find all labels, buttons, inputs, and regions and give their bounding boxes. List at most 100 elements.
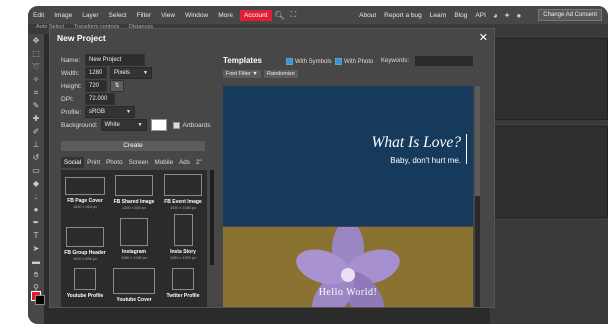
artboards-checkbox[interactable]	[172, 121, 180, 129]
blur-tool-icon[interactable]: 💧︎	[28, 190, 44, 203]
template-card-what-is-love[interactable]: What Is Love? Baby, don't hurt me.	[223, 86, 473, 226]
create-button[interactable]: Create	[61, 141, 205, 151]
eraser-tool-icon[interactable]: ▭	[28, 164, 44, 177]
link-api[interactable]: API	[471, 12, 489, 19]
menu-view[interactable]: View	[156, 12, 180, 19]
pen-tool-icon[interactable]: ✒	[28, 216, 44, 229]
with-symbols-option[interactable]: With Symbols	[286, 58, 332, 65]
twitter-icon[interactable]: ✦	[501, 11, 514, 20]
tab-inches[interactable]: 2"	[193, 157, 205, 168]
tab-ads[interactable]: Ads	[176, 157, 193, 168]
with-photo-checkbox[interactable]	[335, 58, 342, 65]
profile-select[interactable]: sRGB	[85, 106, 135, 118]
preset-item[interactable]: FB Page Cover 1640 x 664 px	[62, 177, 108, 209]
template-headline: Hello World!	[318, 287, 378, 298]
menubar: Edit Image Layer Select Filter View Wind…	[28, 6, 608, 24]
magic-wand-icon[interactable]: ✧	[28, 73, 44, 86]
swap-dimensions-icon[interactable]: ⇅	[110, 80, 124, 92]
profile-row: Profile: sRGB	[61, 106, 135, 118]
lasso-tool-icon[interactable]: ➰	[28, 60, 44, 73]
menu-more[interactable]: More	[213, 12, 238, 19]
link-report-bug[interactable]: Report a bug	[380, 12, 426, 19]
menu-window[interactable]: Window	[180, 12, 213, 19]
shape-tool-icon[interactable]: ▬	[28, 255, 44, 268]
template-card-hello-world[interactable]: Hello World!	[223, 227, 473, 307]
unit-select[interactable]: Pixels	[110, 67, 152, 79]
move-tool-icon[interactable]: ✥	[28, 34, 44, 47]
with-symbols-checkbox[interactable]	[286, 58, 293, 65]
menu-edit[interactable]: Edit	[28, 12, 49, 19]
background-color-swatch[interactable]	[35, 295, 45, 305]
right-panels	[490, 34, 608, 324]
preset-item[interactable]: Youtube Cover	[111, 268, 157, 303]
change-ad-consent-button[interactable]: Change Ad Consent	[538, 9, 602, 21]
marquee-tool-icon[interactable]: ⬚	[28, 47, 44, 60]
preset-size: 1080 x 1080 px	[121, 256, 147, 260]
templates-scrollbar[interactable]	[475, 86, 480, 307]
name-input[interactable]: New Project	[85, 54, 145, 66]
preset-item[interactable]: Twitter Profile	[160, 268, 206, 299]
menu-select[interactable]: Select	[104, 12, 132, 19]
heal-tool-icon[interactable]: ✚	[28, 112, 44, 125]
profile-label: Profile:	[61, 108, 82, 116]
randomize-button[interactable]: Randomize	[264, 70, 298, 78]
name-label: Name:	[61, 56, 81, 64]
template-subline: Baby, don't hurt me.	[390, 156, 461, 165]
app-window: Edit Image Layer Select Filter View Wind…	[28, 6, 608, 324]
new-project-dialog: New Project ✕ Name: New Project Width: 1…	[50, 29, 494, 307]
height-input[interactable]: 720	[85, 80, 107, 92]
stamp-tool-icon[interactable]: ⊥	[28, 138, 44, 151]
tab-social[interactable]: Social	[61, 157, 85, 168]
close-icon[interactable]: ✕	[479, 31, 488, 44]
background-row: Background: White Artboards	[61, 119, 211, 131]
fullscreen-icon[interactable]: ⛶	[288, 10, 300, 20]
background-select[interactable]: White	[100, 119, 147, 131]
eyedropper-icon[interactable]: ✎	[28, 99, 44, 112]
background-color-swatch[interactable]	[150, 119, 167, 131]
with-photo-option[interactable]: With Photo	[335, 58, 373, 65]
hand-tool-icon[interactable]: ✋︎	[28, 268, 44, 281]
menu-filter[interactable]: Filter	[132, 12, 156, 19]
preset-item[interactable]: FB Group Header 1640 x 856 px	[62, 227, 108, 261]
font-filter-button[interactable]: Font Filter ▼	[223, 70, 261, 78]
history-brush-icon[interactable]: ↺	[28, 151, 44, 164]
dodge-tool-icon[interactable]: ●	[28, 203, 44, 216]
with-symbols-label: With Symbols	[295, 58, 332, 65]
brush-tool-icon[interactable]: ✐	[28, 125, 44, 138]
keywords-input[interactable]	[415, 56, 473, 66]
link-learn[interactable]: Learn	[426, 12, 451, 19]
type-tool-icon[interactable]: T	[28, 229, 44, 242]
link-about[interactable]: About	[355, 12, 380, 19]
width-input[interactable]: 1280	[85, 67, 107, 79]
preset-item[interactable]: Instagram 1080 x 1080 px	[111, 218, 157, 260]
tab-mobile[interactable]: Mobile	[152, 157, 177, 168]
account-button[interactable]: Account	[240, 9, 272, 21]
link-blog[interactable]: Blog	[450, 12, 471, 19]
preset-item[interactable]: Youtube Profile	[62, 268, 108, 299]
preset-item[interactable]: FB Event Image 1920 x 1080 px	[160, 174, 206, 210]
scrollbar-thumb[interactable]	[475, 86, 480, 196]
dpi-input[interactable]: 72.000	[85, 93, 115, 105]
preset-item[interactable]: FB Shared Image 1200 x 630 px	[111, 175, 157, 210]
menubar-right: About Report a bug Learn Blog API ◕ ✦ ● …	[355, 6, 608, 24]
width-row: Width: 1280 Pixels	[61, 67, 152, 79]
menu-image[interactable]: Image	[49, 12, 77, 19]
path-select-icon[interactable]: ➤	[28, 242, 44, 255]
tab-screen[interactable]: Screen	[126, 157, 152, 168]
preset-item[interactable]: Insta Story 1080 x 1920 px	[160, 214, 206, 260]
tab-photo[interactable]: Photo	[103, 157, 125, 168]
reddit-icon[interactable]: ◕	[490, 11, 501, 20]
menu-layer[interactable]: Layer	[77, 12, 103, 19]
crop-tool-icon[interactable]: ⌗	[28, 86, 44, 99]
fill-tool-icon[interactable]: ◆	[28, 177, 44, 190]
preset-name: FB Page Cover	[67, 198, 103, 204]
search-icon[interactable]: 🔍︎	[272, 11, 288, 20]
preset-scrollbar[interactable]	[210, 170, 214, 265]
tab-print[interactable]: Print	[84, 157, 103, 168]
preset-name: Youtube Cover	[116, 297, 152, 303]
width-label: Width:	[61, 69, 80, 77]
text-cursor-bar	[466, 134, 467, 164]
template-headline: What Is Love?	[371, 134, 461, 151]
preset-size: 1640 x 664 px	[73, 205, 97, 209]
facebook-icon[interactable]: ●	[513, 11, 524, 20]
